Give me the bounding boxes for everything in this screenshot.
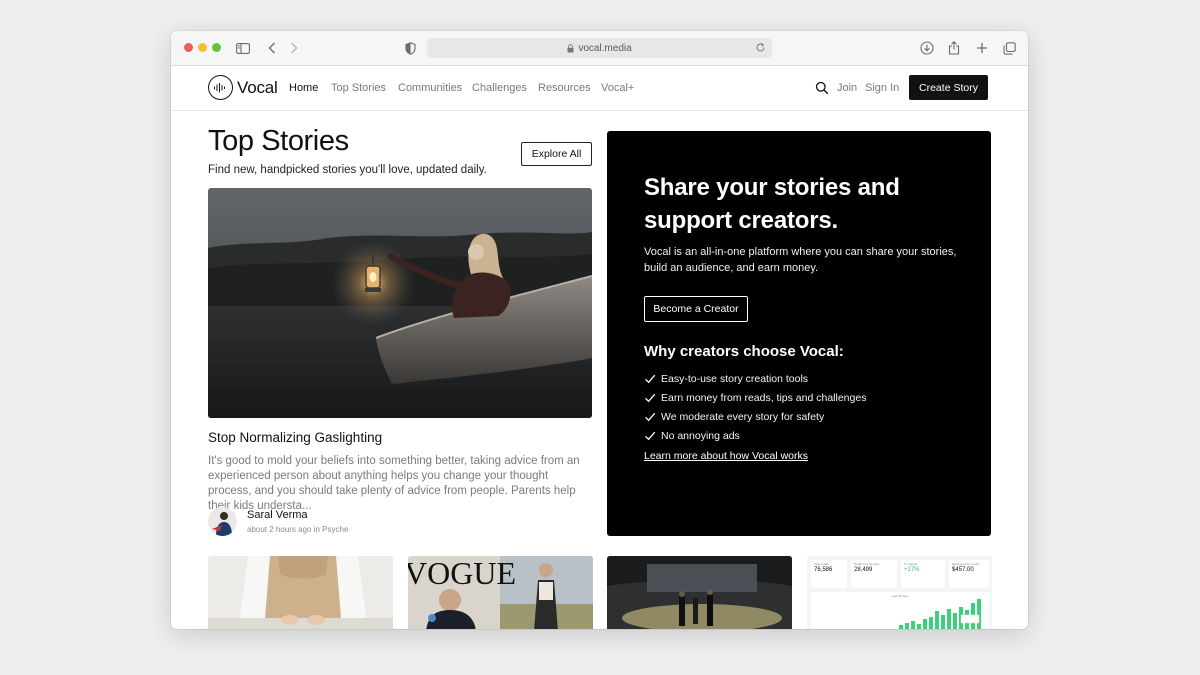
nav-home[interactable]: Home (289, 82, 318, 94)
browser-toolbar: vocal.media (171, 31, 1028, 66)
author-name[interactable]: Saral Verma (247, 509, 308, 521)
join-link[interactable]: Join (837, 82, 857, 94)
zoom-window-button[interactable] (212, 43, 221, 52)
sidebar-toggle-icon[interactable] (235, 40, 251, 56)
benefit-item: Earn money from reads, tips and challeng… (644, 388, 866, 407)
sign-in-link[interactable]: Sign In (865, 82, 899, 94)
minimize-window-button[interactable] (198, 43, 207, 52)
why-creators-heading: Why creators choose Vocal: (644, 343, 844, 360)
browser-window: vocal.media Vocal Home Top Stories Commu… (171, 31, 1028, 629)
page-title: Top Stories (208, 125, 349, 157)
check-icon (644, 373, 656, 385)
nav-vocal-plus[interactable]: Vocal+ (601, 82, 634, 94)
benefit-item: We moderate every story for safety (644, 407, 866, 426)
privacy-shield-icon[interactable] (402, 40, 418, 56)
address-url: vocal.media (578, 42, 632, 54)
benefit-text: Easy-to-use story creation tools (661, 372, 809, 385)
benefit-item: No annoying ads (644, 426, 866, 445)
close-window-button[interactable] (184, 43, 193, 52)
forward-icon[interactable] (286, 40, 302, 56)
nav-resources[interactable]: Resources (538, 82, 591, 94)
nav-top-stories[interactable]: Top Stories (331, 82, 386, 94)
benefit-text: No annoying ads (661, 429, 740, 442)
logo-text: Vocal (237, 77, 278, 97)
reload-icon[interactable] (755, 42, 766, 53)
new-tab-icon[interactable] (974, 40, 990, 56)
learn-more-link[interactable]: Learn more about how Vocal works (644, 450, 808, 462)
story-card-image-dashboard[interactable]: Total reads 76,586 Reads last 30 days 28… (807, 556, 992, 629)
benefit-item: Easy-to-use story creation tools (644, 369, 866, 388)
logo-mark-icon (208, 75, 233, 100)
become-creator-button[interactable]: Become a Creator (644, 296, 748, 322)
check-icon (644, 411, 656, 423)
explore-all-button[interactable]: Explore All (521, 142, 592, 166)
stat-card: Total reads 76,586 (811, 560, 847, 588)
featured-story-excerpt: It's good to mold your beliefs into some… (208, 455, 580, 512)
featured-story-image[interactable] (208, 188, 592, 418)
check-icon (644, 430, 656, 442)
story-meta: about 2 hours ago in Psyche (247, 525, 349, 534)
reads-chart: Last 30 days (811, 592, 989, 629)
lock-icon (567, 43, 574, 53)
vocal-logo[interactable]: Vocal (208, 75, 278, 100)
downloads-icon[interactable] (919, 40, 935, 56)
search-icon[interactable] (815, 81, 829, 95)
stat-card: Earnings from reads $457.00 (949, 560, 989, 588)
benefit-text: Earn money from reads, tips and challeng… (661, 391, 867, 404)
creator-promo-panel: Share your stories and support creators.… (607, 131, 991, 536)
nav-challenges[interactable]: Challenges (472, 82, 527, 94)
vogue-masthead: VOGUE (408, 556, 516, 591)
featured-story-title[interactable]: Stop Normalizing Gaslighting (208, 430, 382, 445)
story-card-image-film[interactable] (607, 556, 792, 629)
create-story-button[interactable]: Create Story (909, 75, 988, 100)
back-icon[interactable] (264, 40, 280, 56)
nav-communities[interactable]: Communities (398, 82, 462, 94)
stat-card: Reads last 30 days 28,499 (851, 560, 897, 588)
promo-description: Vocal is an all-in-one platform where yo… (644, 246, 957, 274)
address-bar[interactable]: vocal.media (427, 38, 772, 58)
site-nav: Vocal Home Top Stories Communities Chall… (171, 66, 1028, 111)
promo-title: Share your stories and support creators. (644, 174, 900, 234)
benefit-text: We moderate every story for safety (661, 410, 825, 423)
tab-overview-icon[interactable] (1001, 40, 1017, 56)
story-card-image-vogue[interactable]: VOGUE (408, 556, 593, 629)
page-subtitle: Find new, handpicked stories you'll love… (208, 164, 487, 176)
benefits-list: Easy-to-use story creation tools Earn mo… (644, 369, 866, 445)
share-icon[interactable] (946, 40, 962, 56)
stat-card: % change +17% (901, 560, 945, 588)
author-avatar[interactable] (208, 507, 237, 536)
check-icon (644, 392, 656, 404)
story-card-image-apron[interactable] (208, 556, 393, 629)
